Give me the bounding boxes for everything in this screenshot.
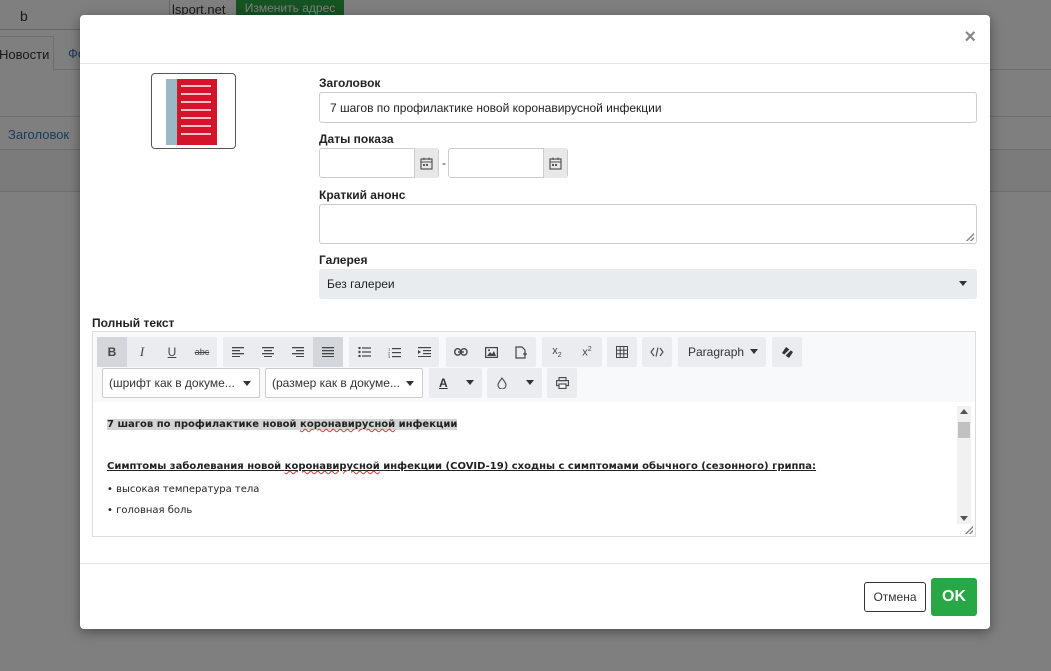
rich-text-editor: B I U abc 1 2 3 x2 x2 Paragraph (шрифт к…	[92, 331, 976, 537]
printer-icon	[555, 377, 569, 389]
code-icon	[650, 347, 664, 357]
indent-button[interactable]	[409, 337, 439, 367]
editor-content[interactable]: 7 шагов по профилактике новой коронавиру…	[93, 402, 975, 536]
eraser-icon	[780, 345, 794, 359]
superscript-button[interactable]: x2	[572, 337, 602, 367]
chevron-down-icon	[466, 380, 474, 385]
insert-group	[446, 337, 536, 367]
editor-toolbar: B I U abc 1 2 3 x2 x2 Paragraph (шрифт к…	[93, 332, 975, 402]
bullet-list-button[interactable]	[349, 337, 379, 367]
subscript-button[interactable]: x2	[542, 337, 572, 367]
droplet-icon	[497, 377, 507, 389]
background-color-dropdown[interactable]	[487, 368, 542, 398]
link-icon	[454, 348, 468, 356]
file-icon	[515, 345, 527, 359]
editor-scrollbar[interactable]	[957, 406, 971, 524]
table-group	[607, 337, 637, 367]
scroll-down-icon[interactable]	[960, 516, 968, 521]
align-right-icon	[292, 347, 304, 357]
close-icon[interactable]: ×	[964, 27, 976, 47]
calendar-icon[interactable]	[543, 148, 567, 178]
content-heading: 7 шагов по профилактике новой коронавиру…	[107, 419, 458, 430]
font-size-value: (размер как в докуме...	[272, 376, 400, 390]
print-group	[547, 368, 577, 398]
align-left-icon	[232, 347, 244, 357]
strikethrough-button[interactable]: abc	[187, 337, 217, 367]
chevron-down-icon	[526, 380, 534, 385]
clear-format-group	[772, 337, 802, 367]
alignment-group	[223, 337, 343, 367]
align-center-icon	[262, 347, 274, 357]
font-family-select[interactable]: (шрифт как в докуме...	[102, 368, 260, 398]
content-bullet: • высокая температура тела	[107, 484, 260, 495]
dates-separator: -	[442, 156, 446, 170]
bullet-list-icon	[357, 347, 371, 357]
announce-textarea[interactable]	[319, 204, 977, 244]
content-subheading: Симптомы заболевания новой коронавирусно…	[107, 461, 817, 472]
title-label: Заголовок	[319, 76, 381, 90]
chevron-down-icon	[750, 349, 758, 354]
table-icon	[616, 346, 628, 358]
table-button[interactable]	[607, 337, 637, 367]
indent-icon	[417, 347, 431, 357]
gallery-select[interactable]: Без галереи	[319, 269, 977, 299]
ok-button[interactable]: OK	[931, 578, 977, 616]
align-right-button[interactable]	[283, 337, 313, 367]
font-color-icon: A	[439, 376, 448, 390]
align-justify-button[interactable]	[313, 337, 343, 367]
code-group	[642, 337, 672, 367]
align-justify-icon	[322, 347, 334, 357]
modal-footer: Отмена OK	[80, 563, 990, 629]
cancel-button[interactable]: Отмена	[864, 582, 926, 612]
dates-label: Даты показа	[319, 132, 394, 146]
align-center-button[interactable]	[253, 337, 283, 367]
numbered-list-icon: 123	[388, 347, 401, 358]
thumbnail-text-lines	[181, 85, 211, 141]
full-text-label: Полный текст	[92, 316, 175, 330]
clear-format-button[interactable]	[772, 337, 802, 367]
resize-handle[interactable]	[965, 526, 973, 534]
font-color-dropdown[interactable]: A	[429, 368, 482, 398]
list-group: 123	[349, 337, 439, 367]
script-group: x2 x2	[542, 337, 602, 367]
italic-button[interactable]: I	[127, 337, 157, 367]
print-button[interactable]	[547, 368, 577, 398]
gallery-label: Галерея	[319, 253, 368, 267]
content-bullet: • головная боль	[107, 505, 193, 516]
calendar-icon[interactable]	[414, 148, 438, 178]
font-style-group: B I U abc	[97, 337, 217, 367]
link-button[interactable]	[446, 337, 476, 367]
thumbnail-image	[155, 77, 232, 145]
chevron-down-icon	[406, 381, 414, 386]
date-from-input[interactable]	[319, 148, 439, 178]
font-size-select[interactable]: (размер как в докуме...	[265, 368, 423, 398]
edit-news-modal: × Заголовок 7 шагов по профилактике ново…	[80, 15, 990, 629]
font-family-value: (шрифт как в докуме...	[109, 376, 235, 390]
image-icon	[484, 346, 498, 358]
underline-button[interactable]: U	[157, 337, 187, 367]
resize-handle[interactable]	[966, 233, 974, 241]
modal-header: ×	[80, 15, 990, 64]
paragraph-style-dropdown[interactable]: Paragraph	[678, 337, 766, 367]
file-button[interactable]	[506, 337, 536, 367]
paragraph-style-value: Paragraph	[688, 345, 745, 359]
chevron-down-icon	[243, 381, 251, 386]
numbered-list-button[interactable]: 123	[379, 337, 409, 367]
date-to-input[interactable]	[448, 148, 568, 178]
scroll-thumb[interactable]	[958, 422, 970, 438]
code-view-button[interactable]	[642, 337, 672, 367]
chevron-down-icon	[959, 281, 967, 286]
gallery-selected-value: Без галереи	[327, 277, 395, 291]
bold-button[interactable]: B	[97, 337, 127, 367]
svg-text:3: 3	[388, 354, 391, 358]
news-image-thumbnail[interactable]	[151, 73, 236, 149]
announce-label: Краткий анонс	[319, 188, 406, 202]
title-input[interactable]: 7 шагов по профилактике новой коронавиру…	[319, 92, 977, 123]
image-button[interactable]	[476, 337, 506, 367]
scroll-up-icon[interactable]	[960, 409, 968, 414]
align-left-button[interactable]	[223, 337, 253, 367]
